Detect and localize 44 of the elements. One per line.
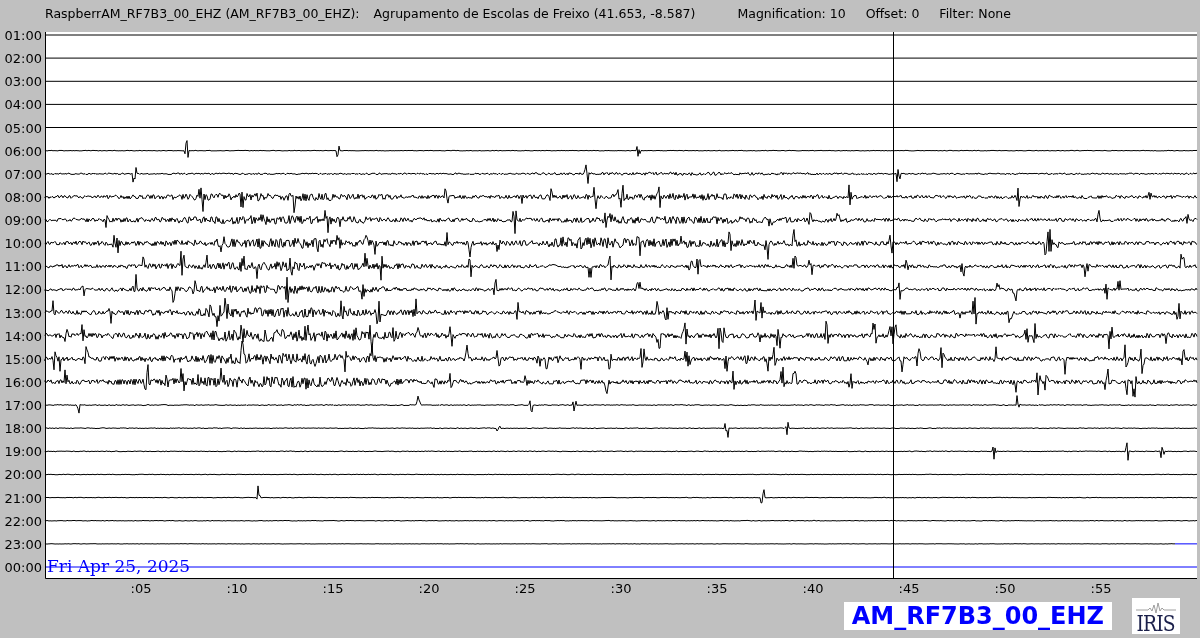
- hour-label: 01:00: [4, 28, 42, 43]
- hour-label: 19:00: [4, 444, 42, 460]
- hour-label: 10:00: [4, 236, 42, 252]
- location-label: Agrupamento de Escolas de Freixo (41.653, -8.587): [373, 6, 696, 21]
- hour-label: 15:00: [4, 351, 42, 367]
- hour-label: 05:00: [4, 120, 42, 136]
- hour-label: 18:00: [4, 421, 42, 437]
- seismic-wave-icon: [1136, 602, 1176, 614]
- hour-label: 21:00: [4, 490, 42, 506]
- hour-label: 04:00: [4, 97, 42, 113]
- hour-label: 20:00: [4, 467, 42, 483]
- hour-label: 09:00: [4, 213, 42, 229]
- minute-label: :20: [418, 581, 440, 596]
- station-label: RaspberrAM_RF7B3_00_EHZ (AM_RF7B3_00_EHZ):: [45, 6, 360, 21]
- hour-label: 22:00: [4, 513, 42, 529]
- hour-label: 02:00: [4, 51, 42, 67]
- channel-label: AM_RF7B3_00_EHZ: [843, 602, 1112, 630]
- minute-label: :10: [226, 581, 248, 596]
- minute-label: :30: [610, 581, 632, 596]
- filter-label: Filter: None: [939, 6, 1011, 21]
- hour-label: 08:00: [4, 189, 42, 205]
- minute-label: :55: [1090, 581, 1112, 596]
- minute-label: :45: [898, 581, 920, 596]
- hour-label: 17:00: [4, 398, 42, 414]
- hour-label: 23:00: [4, 536, 42, 552]
- hour-label: 14:00: [4, 328, 42, 344]
- logo-text: IRIS: [1136, 614, 1176, 634]
- minute-label: :40: [802, 581, 824, 596]
- hour-label: 00:00: [4, 560, 42, 575]
- hour-label: 13:00: [4, 305, 42, 321]
- hour-label: 12:00: [4, 282, 42, 298]
- offset-label: Offset: 0: [865, 6, 920, 21]
- hour-label: 07:00: [4, 166, 42, 182]
- hour-label: 11:00: [4, 259, 42, 275]
- magnification-label: Magnification: 10: [737, 6, 846, 21]
- hour-label: 16:00: [4, 374, 42, 390]
- minute-label: :25: [514, 581, 536, 596]
- hour-label: 03:00: [4, 74, 42, 90]
- hour-label: 06:00: [4, 143, 42, 159]
- minute-label: :15: [322, 581, 344, 596]
- date-label: Fri Apr 25, 2025: [47, 556, 191, 576]
- minute-label: :05: [130, 581, 152, 596]
- minute-label: :35: [706, 581, 728, 596]
- minute-label: :50: [994, 581, 1016, 596]
